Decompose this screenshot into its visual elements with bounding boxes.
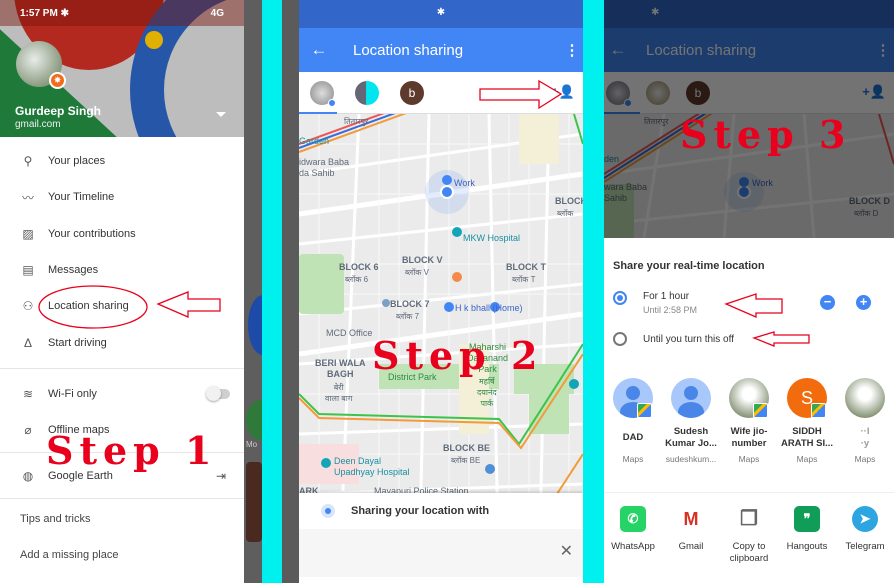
panel-step-3: ✱ ← Location sharing ⋮ b +👤 xyxy=(604,0,894,583)
annotation-overlay xyxy=(38,285,221,329)
step-3-label: Step 3 xyxy=(680,112,852,157)
annotation-overlay xyxy=(724,293,810,347)
panel-step-1: Mo 1:57 PM ✱ 4G ✸ Gurdeep Singh gmail.co… xyxy=(0,0,262,583)
step-2-label: Step 2 xyxy=(372,333,544,378)
step-1-label: Step 1 xyxy=(46,428,218,473)
annotation-arrow xyxy=(156,291,221,318)
background-map-strip xyxy=(282,0,299,583)
annotation-arrow xyxy=(479,79,563,110)
highlight-ellipse xyxy=(38,285,148,329)
annotation-overlay xyxy=(479,79,563,110)
annotation-arrow xyxy=(724,293,783,318)
annotation-arrow xyxy=(752,331,810,347)
panel-step-2: ✱ ← Location sharing ⋮ b +👤 तितारपुर Gar… xyxy=(299,0,583,583)
